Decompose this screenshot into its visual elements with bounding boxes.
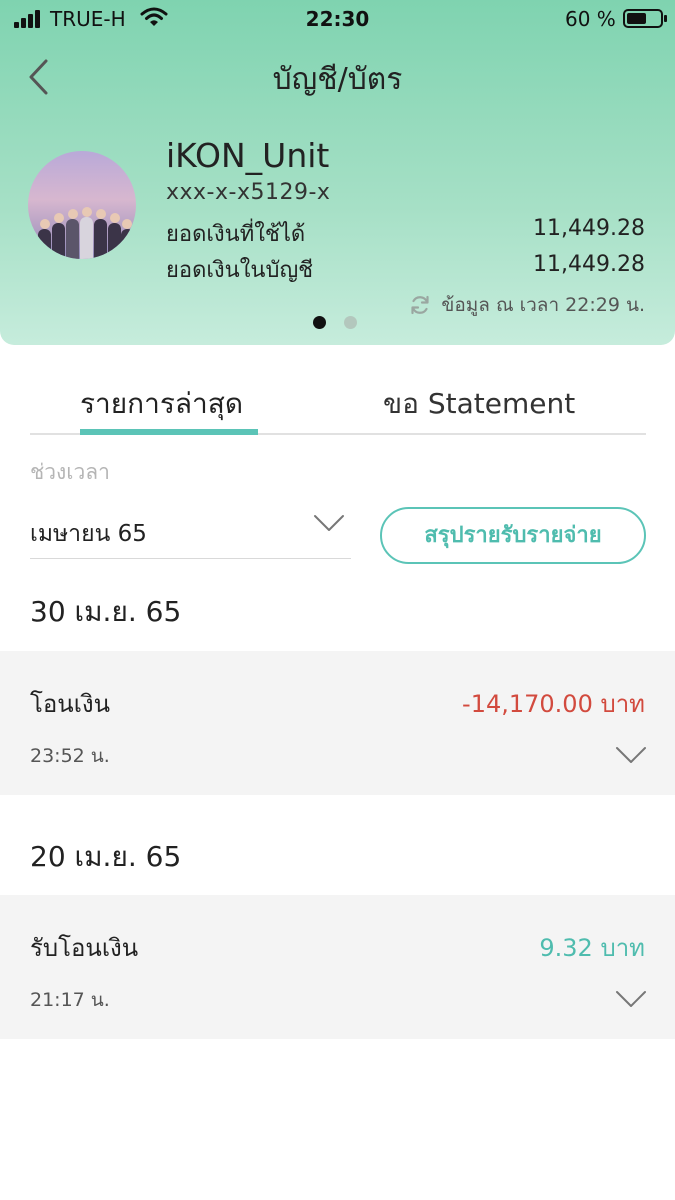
available-balance-label: ยอดเงินที่ใช้ได้ bbox=[166, 222, 306, 247]
carousel-dots[interactable] bbox=[313, 316, 357, 329]
account-header: TRUE-H 22:30 60 % บัญชี/บัตร iKON_Unit x… bbox=[0, 0, 675, 345]
battery-icon bbox=[623, 9, 667, 28]
account-balance-label: ยอดเงินในบัญชี bbox=[166, 258, 314, 283]
month-dropdown[interactable]: เมษายน 65 bbox=[30, 506, 351, 559]
chevron-down-icon[interactable] bbox=[615, 989, 647, 1009]
chevron-down-icon bbox=[314, 515, 344, 531]
transaction-title: โอนเงิน bbox=[30, 690, 111, 718]
transaction-amount: 9.32 บาท bbox=[539, 934, 645, 962]
refresh-icon[interactable] bbox=[409, 294, 431, 316]
transaction-date-header: 30 เม.ย. 65 bbox=[30, 595, 182, 628]
tab-request-statement[interactable]: ขอ Statement bbox=[383, 382, 575, 426]
available-balance-value: 11,449.28 bbox=[533, 216, 645, 241]
month-dropdown-value: เมษายน 65 bbox=[30, 521, 147, 547]
battery-percent: 60 % bbox=[565, 7, 616, 31]
transaction-row[interactable]: โอนเงิน -14,170.00 บาท 23:52 น. bbox=[0, 651, 675, 795]
tab-bar: รายการล่าสุด ขอ Statement bbox=[30, 382, 646, 435]
status-bar: TRUE-H 22:30 60 % bbox=[0, 0, 675, 38]
transaction-time: 21:17 น. bbox=[30, 989, 110, 1011]
carousel-dot-2[interactable] bbox=[344, 316, 357, 329]
transaction-amount: -14,170.00 บาท bbox=[462, 690, 645, 718]
last-updated-text: ข้อมูล ณ เวลา 22:29 น. bbox=[441, 294, 645, 316]
page-title: บัญชี/บัตร bbox=[272, 62, 403, 97]
transaction-date-header: 20 เม.ย. 65 bbox=[30, 840, 182, 873]
period-label: ช่วงเวลา bbox=[30, 460, 110, 484]
chevron-down-icon[interactable] bbox=[615, 745, 647, 765]
tab-recent-transactions[interactable]: รายการล่าสุด bbox=[80, 382, 243, 426]
account-avatar[interactable] bbox=[28, 151, 136, 259]
account-name: iKON_Unit bbox=[166, 136, 330, 175]
transaction-row[interactable]: รับโอนเงิน 9.32 บาท 21:17 น. bbox=[0, 895, 675, 1039]
carousel-dot-1[interactable] bbox=[313, 316, 326, 329]
income-expense-summary-button[interactable]: สรุปรายรับรายจ่าย bbox=[380, 507, 646, 564]
active-tab-indicator bbox=[80, 429, 258, 435]
transaction-title: รับโอนเงิน bbox=[30, 934, 139, 962]
last-updated: ข้อมูล ณ เวลา 22:29 น. bbox=[409, 292, 645, 318]
transaction-time: 23:52 น. bbox=[30, 745, 110, 767]
account-balance-value: 11,449.28 bbox=[533, 252, 645, 277]
account-number: xxx-x-x5129-x bbox=[166, 180, 331, 205]
